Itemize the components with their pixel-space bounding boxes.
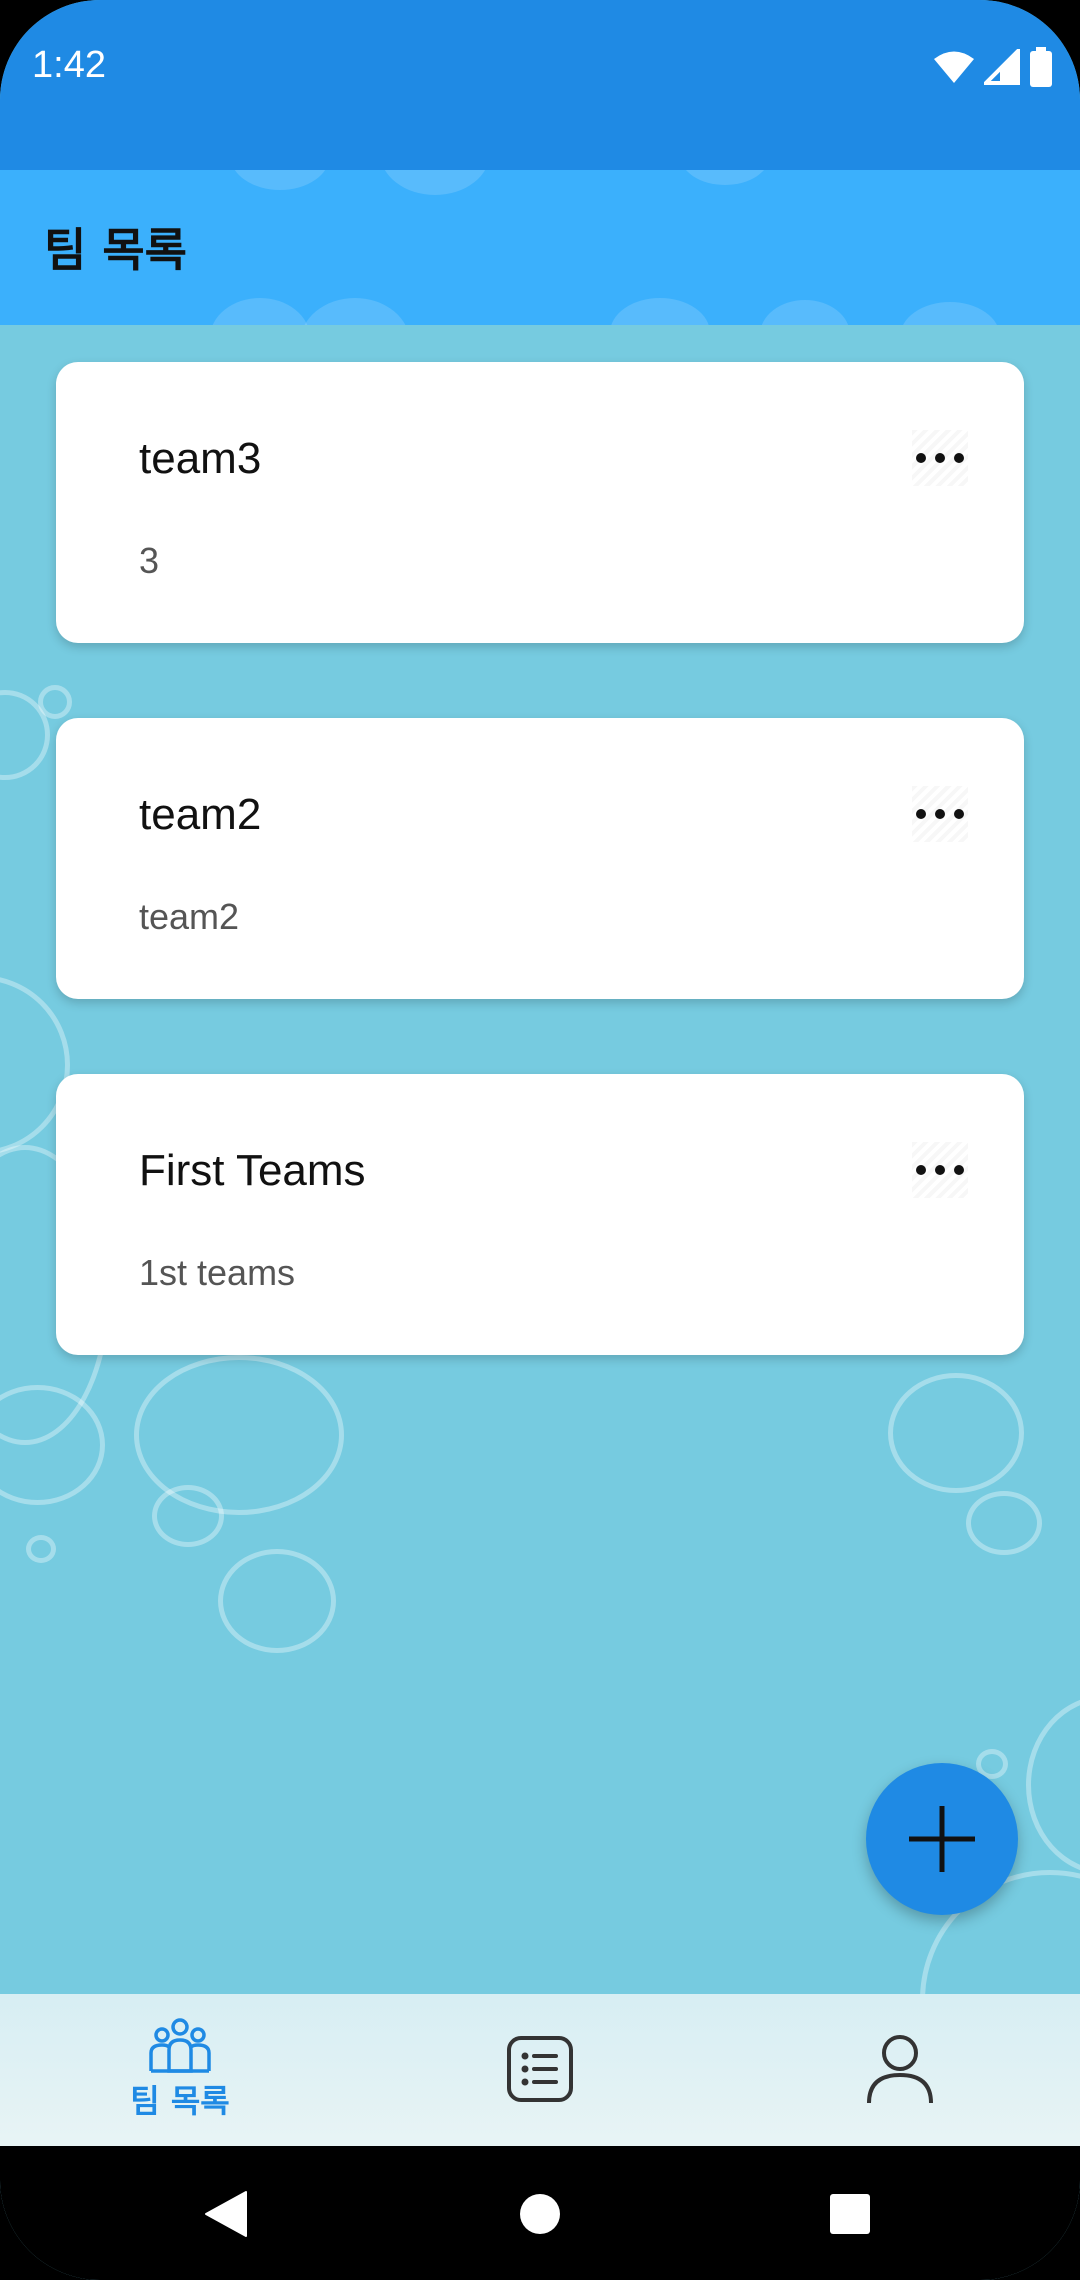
cloud-decoration bbox=[760, 300, 850, 325]
recents-square-icon bbox=[830, 2194, 870, 2234]
cloud-decoration bbox=[230, 170, 330, 190]
more-horizontal-icon bbox=[916, 1165, 964, 1175]
phone-screen: 1:42 팀 목록 team3 3 team2 team2 First Team… bbox=[0, 0, 1080, 2280]
nav-item-label: 팀 목록 bbox=[130, 2082, 230, 2120]
team-name: team2 bbox=[139, 790, 262, 839]
bottom-navigation: 팀 목록 bbox=[0, 1994, 1080, 2146]
recents-button[interactable] bbox=[822, 2186, 878, 2242]
group-icon bbox=[149, 2018, 211, 2073]
more-horizontal-icon bbox=[916, 809, 964, 819]
wifi-icon bbox=[934, 51, 974, 83]
plus-icon bbox=[909, 1806, 975, 1872]
more-options-button[interactable] bbox=[912, 786, 968, 842]
person-icon bbox=[867, 2035, 933, 2104]
team-name: First Teams bbox=[139, 1146, 366, 1195]
more-horizontal-icon bbox=[916, 453, 964, 463]
cellular-signal-icon bbox=[984, 49, 1020, 85]
team-description: team2 bbox=[139, 896, 240, 937]
add-team-button[interactable] bbox=[866, 1763, 1018, 1915]
team-card[interactable]: First Teams 1st teams bbox=[56, 1074, 1024, 1355]
cloud-decoration bbox=[380, 170, 490, 195]
back-button[interactable] bbox=[198, 2186, 254, 2242]
team-name: team3 bbox=[139, 434, 262, 483]
cloud-decoration bbox=[900, 302, 1000, 325]
cloud-decoration bbox=[300, 298, 410, 325]
more-options-button[interactable] bbox=[912, 430, 968, 486]
nav-item-profile[interactable] bbox=[720, 1994, 1080, 2146]
bubble-decoration bbox=[966, 1491, 1042, 1555]
team-card[interactable]: team3 3 bbox=[56, 362, 1024, 643]
top-app-bar: 팀 목록 bbox=[0, 170, 1080, 325]
list-icon bbox=[507, 2036, 573, 2102]
bubble-decoration bbox=[218, 1549, 336, 1653]
page-title: 팀 목록 bbox=[44, 223, 187, 277]
battery-icon bbox=[1030, 47, 1052, 87]
team-card[interactable]: team2 team2 bbox=[56, 718, 1024, 999]
bubble-decoration bbox=[152, 1485, 224, 1547]
status-time: 1:42 bbox=[32, 44, 106, 86]
home-button[interactable] bbox=[512, 2186, 568, 2242]
system-navigation-bar bbox=[0, 2146, 1080, 2280]
team-description: 3 bbox=[139, 540, 160, 581]
team-description: 1st teams bbox=[139, 1252, 296, 1293]
back-triangle-icon bbox=[205, 2191, 247, 2237]
bubble-decoration bbox=[1026, 1695, 1080, 1875]
nav-item-list[interactable] bbox=[360, 1994, 720, 2146]
status-icons bbox=[934, 46, 1052, 88]
status-bar: 1:42 bbox=[0, 0, 1080, 170]
cloud-decoration bbox=[680, 170, 770, 185]
cloud-decoration bbox=[210, 298, 310, 325]
team-list: team3 3 team2 team2 First Teams 1st team… bbox=[56, 362, 1024, 1430]
more-options-button[interactable] bbox=[912, 1142, 968, 1198]
cloud-decoration bbox=[610, 298, 710, 325]
home-circle-icon bbox=[520, 2194, 560, 2234]
nav-item-teams[interactable]: 팀 목록 bbox=[0, 1994, 360, 2146]
bubble-decoration bbox=[26, 1535, 56, 1563]
